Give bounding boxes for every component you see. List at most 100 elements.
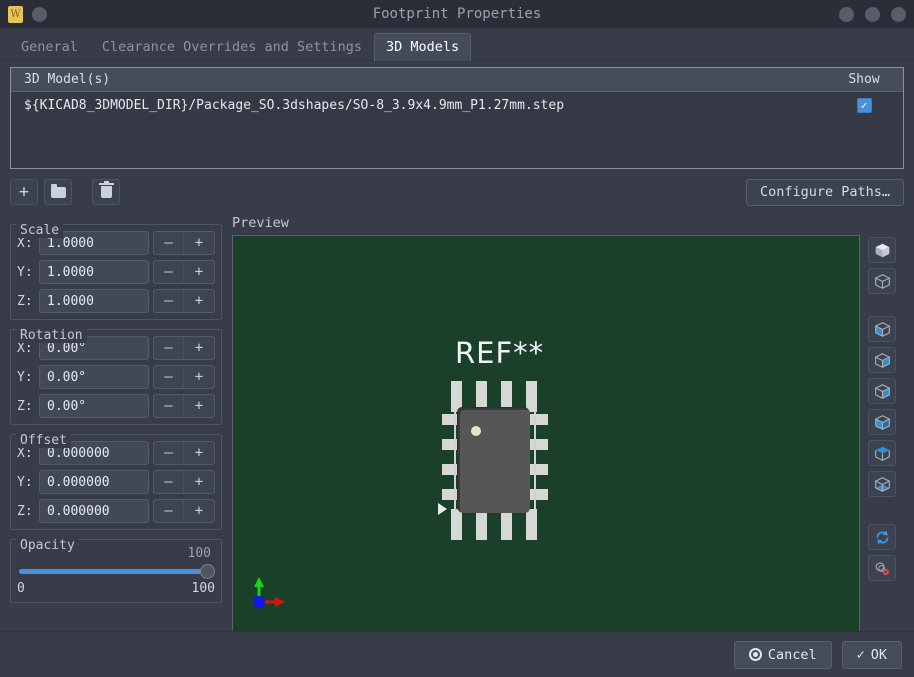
rotation-y-label: Y: <box>17 369 33 385</box>
opacity-group: Opacity 100 0 100 <box>10 538 222 603</box>
window-menu-button[interactable] <box>32 6 47 22</box>
scale-z-row: Z: 1.0000 – + <box>17 289 215 313</box>
axis-indicator-icon <box>253 577 285 608</box>
preview-settings-button[interactable] <box>868 555 896 581</box>
offset-y-stepper: – + <box>153 470 215 494</box>
show-checkbox[interactable]: ✓ <box>856 97 872 113</box>
tab-general[interactable]: General <box>9 33 90 61</box>
model-path-cell: ${KICAD8_3DMODEL_DIR}/Package_SO.3dshape… <box>24 97 565 113</box>
reload-board-button[interactable] <box>868 524 896 550</box>
app-icon: W <box>8 5 23 23</box>
delete-model-button[interactable] <box>92 179 120 205</box>
offset-x-stepper: – + <box>153 441 215 465</box>
rotation-z-label: Z: <box>17 398 33 414</box>
trash-icon <box>98 181 114 198</box>
pad-bottom <box>451 509 462 540</box>
pin1-marker-icon <box>438 503 447 515</box>
offset-y-decrement[interactable]: – <box>154 471 184 493</box>
rotation-x-decrement[interactable]: – <box>154 337 184 359</box>
tab-3d-models[interactable]: 3D Models <box>374 33 472 61</box>
preview-panel: Preview REF** <box>232 215 860 635</box>
pad-bottom <box>476 509 487 540</box>
view-solid-cube-button[interactable] <box>868 237 896 263</box>
transform-panel: Scale X: 1.0000 – + Y: 1.0000 – + Z: 1.0… <box>10 215 222 635</box>
opacity-slider-handle[interactable] <box>200 563 215 579</box>
pad-bottom <box>526 509 537 540</box>
offset-z-decrement[interactable]: – <box>154 500 184 522</box>
view-wireframe-cube-button[interactable] <box>868 268 896 294</box>
add-model-button[interactable]: + <box>10 179 38 205</box>
rotation-x-increment[interactable]: + <box>184 337 214 359</box>
rotation-y-increment[interactable]: + <box>184 366 214 388</box>
scale-y-row: Y: 1.0000 – + <box>17 260 215 284</box>
scale-z-increment[interactable]: + <box>184 290 214 312</box>
offset-x-increment[interactable]: + <box>184 442 214 464</box>
scale-z-label: Z: <box>17 293 33 309</box>
rotation-y-input[interactable]: 0.00° <box>39 365 149 389</box>
close-button[interactable] <box>891 6 906 22</box>
pad-top <box>526 381 537 412</box>
scale-x-increment[interactable]: + <box>184 232 214 254</box>
view-back-face-button[interactable] <box>868 409 896 435</box>
rotation-group-body: X: 0.00° – + Y: 0.00° – + Z: 0.00° – + <box>10 329 222 425</box>
rotation-z-stepper: – + <box>153 394 215 418</box>
component-body <box>458 408 530 513</box>
configure-paths-button[interactable]: Configure Paths… <box>745 178 904 206</box>
view-top-face-icon <box>874 446 890 461</box>
minimize-button[interactable] <box>839 6 854 22</box>
scale-y-increment[interactable]: + <box>184 261 214 283</box>
opacity-slider[interactable] <box>17 563 215 579</box>
rotation-z-input[interactable]: 0.00° <box>39 394 149 418</box>
offset-y-increment[interactable]: + <box>184 471 214 493</box>
browse-model-button[interactable] <box>44 179 72 205</box>
opacity-min-label: 0 <box>17 581 25 596</box>
column-header-show: Show <box>848 72 880 87</box>
view-right-face-button[interactable] <box>868 347 896 373</box>
rotation-z-increment[interactable]: + <box>184 395 214 417</box>
offset-x-decrement[interactable]: – <box>154 442 184 464</box>
offset-y-input[interactable]: 0.000000 <box>39 470 149 494</box>
offset-z-input[interactable]: 0.000000 <box>39 499 149 523</box>
offset-z-stepper: – + <box>153 499 215 523</box>
scale-y-stepper: – + <box>153 260 215 284</box>
scale-z-input[interactable]: 1.0000 <box>39 289 149 313</box>
footprint-render <box>428 381 558 541</box>
ok-button[interactable]: ✓ OK <box>841 640 902 669</box>
preview-3d-canvas[interactable]: REF** <box>232 235 860 635</box>
offset-z-increment[interactable]: + <box>184 500 214 522</box>
silkscreen-reference-text: REF** <box>455 336 545 370</box>
titlebar-left-group: W <box>8 5 47 23</box>
view-back-face-icon <box>873 414 891 430</box>
preview-settings-icon <box>874 561 889 575</box>
tab-clearance-overrides[interactable]: Clearance Overrides and Settings <box>90 33 374 61</box>
scale-y-decrement[interactable]: – <box>154 261 184 283</box>
pin1-dot-icon <box>471 426 481 436</box>
view-left-face-icon <box>873 321 891 337</box>
scale-z-decrement[interactable]: – <box>154 290 184 312</box>
offset-group: Offset X: 0.000000 – + Y: 0.000000 – + Z… <box>10 433 222 530</box>
opacity-group-title: Opacity <box>16 538 79 553</box>
folder-icon <box>50 183 66 198</box>
view-front-face-button[interactable] <box>868 378 896 404</box>
scale-y-input[interactable]: 1.0000 <box>39 260 149 284</box>
offset-group-title: Offset <box>16 433 71 448</box>
rotation-y-decrement[interactable]: – <box>154 366 184 388</box>
view-left-face-button[interactable] <box>868 316 896 342</box>
rotation-y-row: Y: 0.00° – + <box>17 365 215 389</box>
column-header-model: 3D Model(s) <box>24 72 111 87</box>
scale-x-decrement[interactable]: – <box>154 232 184 254</box>
rotation-z-decrement[interactable]: – <box>154 395 184 417</box>
scale-group: Scale X: 1.0000 – + Y: 1.0000 – + Z: 1.0… <box>10 223 222 320</box>
scale-y-label: Y: <box>17 264 33 280</box>
view-bottom-face-button[interactable] <box>868 471 896 497</box>
view-right-face-icon <box>873 352 891 368</box>
main-area: Scale X: 1.0000 – + Y: 1.0000 – + Z: 1.0… <box>10 215 904 635</box>
opacity-scale: 0 100 <box>17 581 215 596</box>
table-row[interactable]: ${KICAD8_3DMODEL_DIR}/Package_SO.3dshape… <box>11 92 903 118</box>
model-list-box: 3D Model(s) Show ${KICAD8_3DMODEL_DIR}/P… <box>10 67 904 169</box>
cancel-button[interactable]: Cancel <box>733 640 832 669</box>
view-top-face-button[interactable] <box>868 440 896 466</box>
maximize-button[interactable] <box>865 6 880 22</box>
title-bar: W Footprint Properties <box>0 0 914 28</box>
plus-icon: + <box>18 181 30 202</box>
